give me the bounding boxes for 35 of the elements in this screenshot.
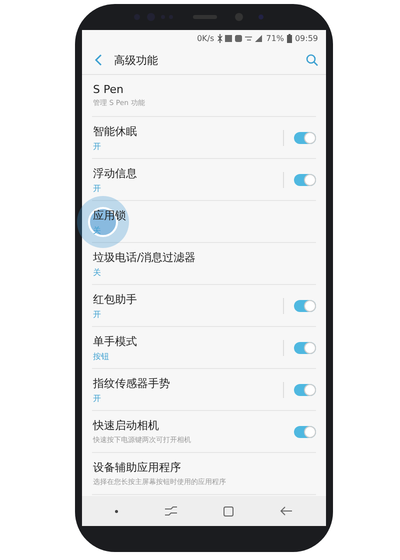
- setting-status: 关: [93, 224, 101, 236]
- setting-title[interactable]: S Pen: [93, 83, 124, 96]
- recent-apps-icon[interactable]: [164, 506, 178, 516]
- network-speed: 0K/s: [196, 34, 214, 42]
- setting-status: 开: [93, 392, 101, 404]
- setting-title[interactable]: 快速启动相机: [93, 418, 159, 433]
- back-arrow-icon[interactable]: [280, 506, 294, 516]
- toggle-switch[interactable]: [294, 174, 316, 186]
- home-icon[interactable]: [223, 506, 234, 516]
- setting-status: 开: [93, 308, 101, 320]
- setting-title[interactable]: 浮动信息: [93, 166, 137, 180]
- toggle-switch[interactable]: [294, 426, 316, 438]
- clock: 09:59: [294, 34, 318, 42]
- toggle-switch[interactable]: [294, 384, 316, 396]
- setting-status: 开: [93, 182, 101, 194]
- status-icons: [217, 34, 264, 42]
- battery-icon: [286, 34, 292, 42]
- setting-title[interactable]: 应用锁: [93, 208, 126, 222]
- setting-title[interactable]: 指纹传感器手势: [93, 376, 170, 390]
- back-icon[interactable]: [94, 54, 102, 66]
- setting-status: 按钮: [93, 350, 109, 362]
- toggle-switch[interactable]: [294, 300, 316, 312]
- setting-title[interactable]: 红包助手: [93, 292, 137, 306]
- setting-title[interactable]: 垃圾电话/消息过滤器: [93, 250, 196, 264]
- toggle-switch[interactable]: [294, 342, 316, 354]
- setting-title[interactable]: 智能休眠: [93, 124, 137, 138]
- setting-status: 开: [93, 140, 101, 152]
- setting-title[interactable]: 单手模式: [93, 334, 137, 348]
- dot-icon: [114, 510, 118, 512]
- toggle-switch[interactable]: [294, 132, 316, 144]
- search-icon[interactable]: [306, 54, 318, 66]
- setting-status: 关: [93, 266, 101, 278]
- setting-title[interactable]: 设备辅助应用程序: [93, 460, 181, 475]
- battery-level: 71%: [266, 34, 284, 42]
- screen-title: 高级功能: [114, 52, 159, 68]
